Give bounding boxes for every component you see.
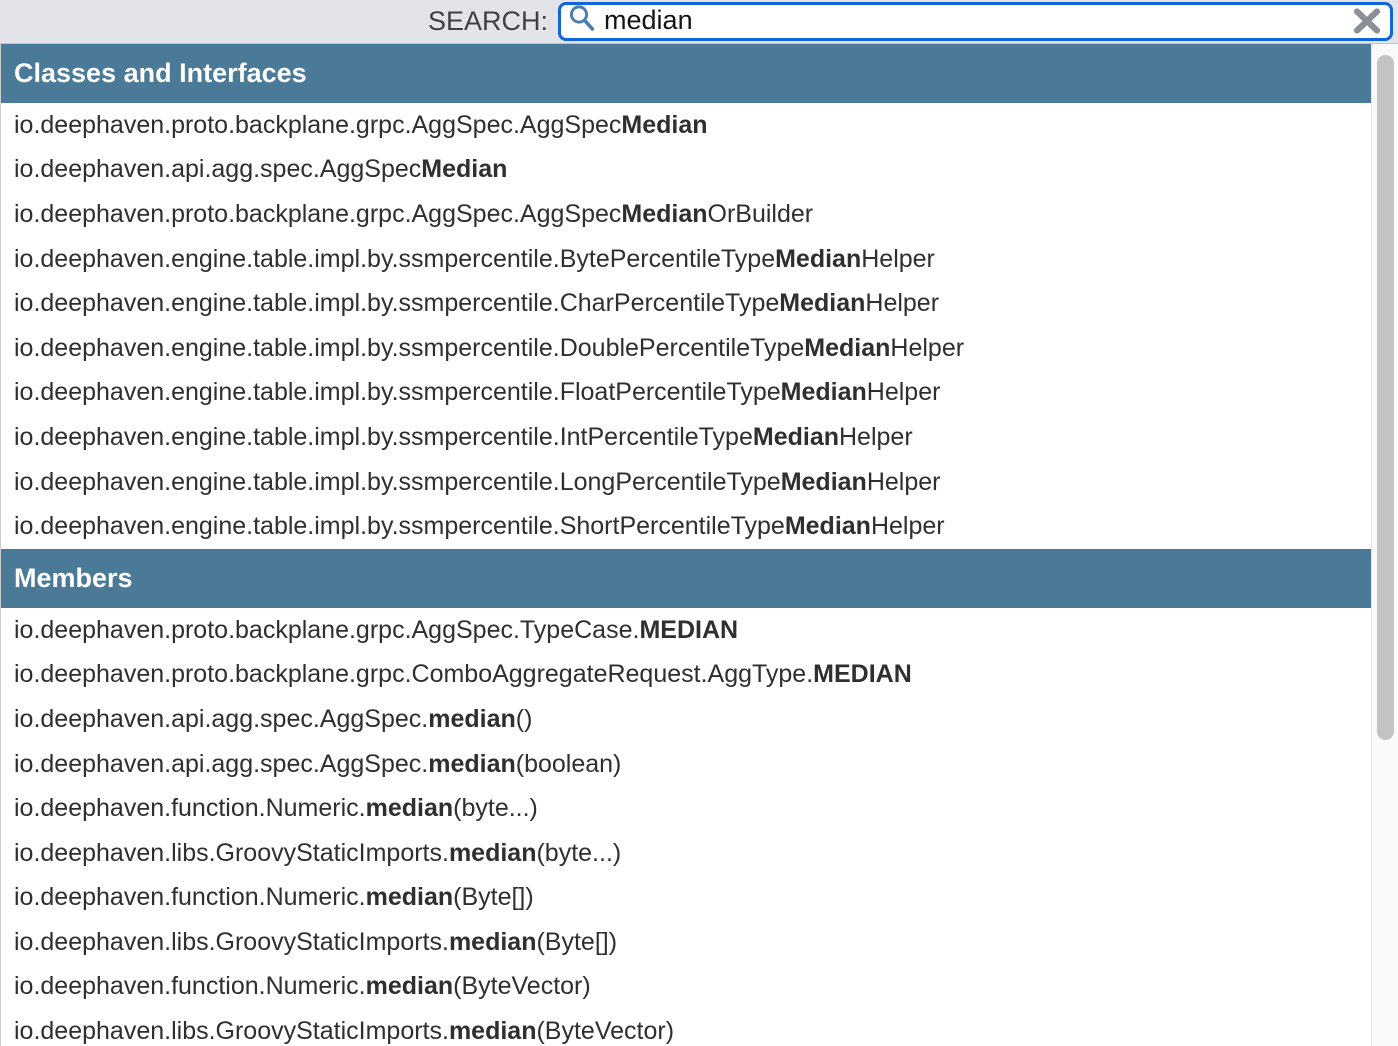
result-row[interactable]: io.deephaven.engine.table.impl.by.ssmper… (1, 371, 1371, 416)
section-header: Members (1, 549, 1371, 608)
search-label: SEARCH: (428, 6, 548, 37)
close-icon[interactable] (1351, 7, 1383, 35)
result-row[interactable]: io.deephaven.api.agg.spec.AggSpec.median… (1, 697, 1371, 742)
result-text-match: Median (621, 200, 707, 229)
result-row[interactable]: io.deephaven.engine.table.impl.by.ssmper… (1, 326, 1371, 371)
result-row[interactable]: io.deephaven.function.Numeric.median(Byt… (1, 965, 1371, 1010)
result-row[interactable]: io.deephaven.libs.GroovyStaticImports.me… (1, 1009, 1371, 1046)
result-text-match: Median (785, 512, 871, 541)
result-text-match: median (428, 705, 516, 734)
result-row[interactable]: io.deephaven.engine.table.impl.by.ssmper… (1, 504, 1371, 549)
result-row[interactable]: io.deephaven.libs.GroovyStaticImports.me… (1, 920, 1371, 965)
result-text-pre: io.deephaven.api.agg.spec.AggSpec. (14, 705, 428, 734)
result-text-match: Median (779, 289, 865, 318)
result-text-match: median (449, 928, 537, 957)
result-text-post: Helper (890, 334, 964, 363)
result-row[interactable]: io.deephaven.function.Numeric.median(byt… (1, 786, 1371, 831)
search-icon (567, 3, 597, 39)
result-row[interactable]: io.deephaven.engine.table.impl.by.ssmper… (1, 281, 1371, 326)
search-bar: SEARCH: (0, 0, 1398, 44)
result-row[interactable]: io.deephaven.proto.backplane.grpc.AggSpe… (1, 608, 1371, 653)
result-text-pre: io.deephaven.api.agg.spec.AggSpec. (14, 750, 428, 779)
result-text-match: Median (753, 423, 839, 452)
result-text-post: (byte...) (536, 839, 621, 868)
results-list: Classes and Interfaces io.deephaven.proto… (1, 44, 1371, 1046)
result-text-pre: io.deephaven.proto.backplane.grpc.ComboA… (14, 660, 813, 689)
result-text-post: Helper (861, 245, 935, 274)
result-row[interactable]: io.deephaven.proto.backplane.grpc.AggSpe… (1, 103, 1371, 148)
result-text-match: MEDIAN (639, 616, 738, 645)
result-text-pre: io.deephaven.libs.GroovyStaticImports. (14, 839, 449, 868)
scrollbar-thumb[interactable] (1377, 55, 1394, 740)
result-text-pre: io.deephaven.proto.backplane.grpc.AggSpe… (14, 200, 621, 229)
result-text-post: Helper (865, 289, 939, 318)
result-text-match: MEDIAN (813, 660, 912, 689)
result-text-pre: io.deephaven.function.Numeric. (14, 794, 366, 823)
result-text-match: median (428, 750, 516, 779)
result-text-match: Median (621, 111, 707, 140)
result-row[interactable]: io.deephaven.function.Numeric.median(Byt… (1, 876, 1371, 921)
search-results-panel: Classes and Interfaces io.deephaven.proto… (0, 44, 1398, 1046)
result-text-post: (ByteVector) (453, 972, 591, 1001)
result-text-post: () (516, 705, 533, 734)
result-row[interactable]: io.deephaven.engine.table.impl.by.ssmper… (1, 460, 1371, 505)
search-input[interactable] (597, 5, 1390, 38)
scrollbar-track[interactable] (1371, 44, 1398, 1046)
result-row[interactable]: io.deephaven.api.agg.spec.AggSpec.median… (1, 742, 1371, 787)
result-text-match: median (366, 794, 454, 823)
section-header: Classes and Interfaces (1, 44, 1371, 103)
result-text-pre: io.deephaven.engine.table.impl.by.ssmper… (14, 289, 779, 318)
result-row[interactable]: io.deephaven.proto.backplane.grpc.ComboA… (1, 653, 1371, 698)
result-text-pre: io.deephaven.engine.table.impl.by.ssmper… (14, 468, 781, 497)
result-text-post: Helper (871, 512, 945, 541)
result-text-pre: io.deephaven.engine.table.impl.by.ssmper… (14, 334, 804, 363)
result-text-post: Helper (867, 468, 941, 497)
result-text-pre: io.deephaven.libs.GroovyStaticImports. (14, 928, 449, 957)
result-row[interactable]: io.deephaven.engine.table.impl.by.ssmper… (1, 237, 1371, 282)
result-text-match: median (366, 883, 454, 912)
result-text-match: Median (781, 378, 867, 407)
result-text-pre: io.deephaven.proto.backplane.grpc.AggSpe… (14, 616, 639, 645)
result-text-post: (Byte[]) (453, 883, 534, 912)
result-text-pre: io.deephaven.libs.GroovyStaticImports. (14, 1017, 449, 1046)
result-text-pre: io.deephaven.engine.table.impl.by.ssmper… (14, 245, 775, 274)
result-text-match: median (366, 972, 454, 1001)
result-text-pre: io.deephaven.api.agg.spec.AggSpec (14, 155, 421, 184)
result-text-pre: io.deephaven.function.Numeric. (14, 883, 366, 912)
result-text-post: Helper (839, 423, 913, 452)
result-text-pre: io.deephaven.proto.backplane.grpc.AggSpe… (14, 111, 621, 140)
result-text-post: (boolean) (516, 750, 622, 779)
result-text-match: Median (421, 155, 507, 184)
result-text-post: (Byte[]) (536, 928, 617, 957)
result-row[interactable]: io.deephaven.engine.table.impl.by.ssmper… (1, 415, 1371, 460)
result-text-pre: io.deephaven.function.Numeric. (14, 972, 366, 1001)
result-text-post: (byte...) (453, 794, 538, 823)
result-text-post: OrBuilder (708, 200, 814, 229)
result-text-match: Median (804, 334, 890, 363)
result-text-match: Median (775, 245, 861, 274)
result-text-pre: io.deephaven.engine.table.impl.by.ssmper… (14, 512, 785, 541)
result-text-pre: io.deephaven.engine.table.impl.by.ssmper… (14, 378, 781, 407)
result-text-post: (ByteVector) (536, 1017, 674, 1046)
result-text-match: median (449, 839, 537, 868)
result-row[interactable]: io.deephaven.libs.GroovyStaticImports.me… (1, 831, 1371, 876)
result-row[interactable]: io.deephaven.proto.backplane.grpc.AggSpe… (1, 192, 1371, 237)
search-input-wrap[interactable] (558, 2, 1393, 41)
result-row[interactable]: io.deephaven.api.agg.spec.AggSpecMedian (1, 148, 1371, 193)
result-text-match: Median (781, 468, 867, 497)
result-text-match: median (449, 1017, 537, 1046)
result-text-pre: io.deephaven.engine.table.impl.by.ssmper… (14, 423, 753, 452)
result-text-post: Helper (867, 378, 941, 407)
